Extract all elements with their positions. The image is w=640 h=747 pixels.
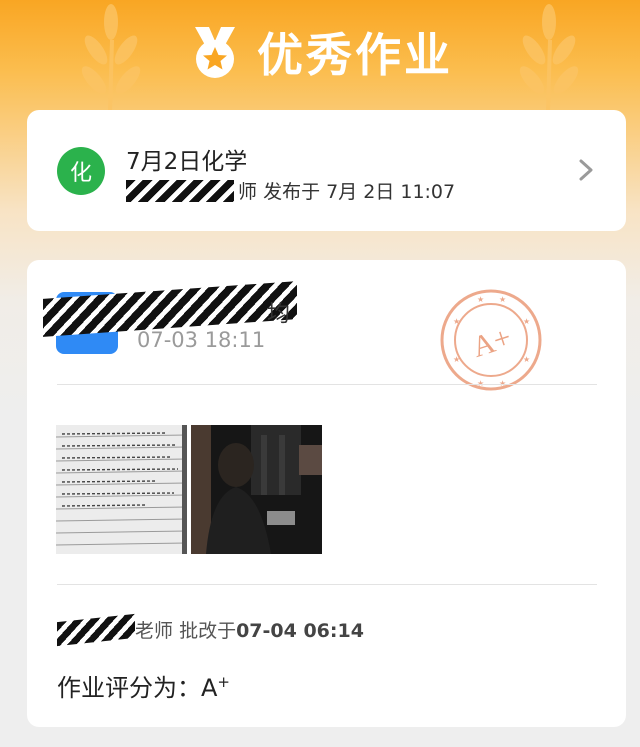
page-header: 优秀作业 — [0, 12, 640, 92]
redacted-teacher-name — [126, 180, 234, 202]
score-label: 作业评分为： — [57, 674, 201, 702]
svg-text:★: ★ — [499, 295, 506, 304]
assignment-card[interactable]: 化 7月2日化学 师 发布于 7月 2日 11:07 — [27, 110, 626, 231]
svg-text:★: ★ — [523, 355, 530, 364]
grade-stamp-icon: ★★ ★★ ★★ ★★ A+ — [440, 289, 542, 391]
score-letter: A — [201, 674, 218, 702]
graded-prefix: 批改于 — [179, 620, 237, 642]
submit-time: 07-03 18:11 — [137, 328, 266, 352]
assignment-title: 7月2日化学 — [126, 149, 248, 175]
redacted-grader-name — [57, 613, 135, 647]
subject-badge: 化 — [57, 147, 105, 195]
svg-text:★: ★ — [523, 317, 530, 326]
score-line: 作业评分为：A+ — [57, 668, 230, 703]
stamp-text: A+ — [468, 321, 515, 364]
svg-text:★: ★ — [477, 295, 484, 304]
graded-time: 07-04 06:14 — [236, 620, 364, 642]
homework-photo-2[interactable] — [191, 425, 322, 554]
svg-text:★: ★ — [453, 317, 460, 326]
publisher-suffix: 师 — [238, 181, 258, 203]
page-title: 优秀作业 — [257, 28, 453, 82]
divider — [57, 584, 597, 585]
publish-info: 师 发布于 7月 2日 11:07 — [126, 177, 455, 204]
dark-photo-image — [191, 425, 322, 554]
grader-suffix: 老师 — [135, 620, 174, 642]
student-name-suffix: 均 — [267, 301, 290, 327]
handwriting-page-image — [56, 425, 187, 554]
homework-photo-1[interactable] — [56, 425, 187, 554]
medal-star-icon — [195, 27, 235, 78]
divider — [57, 384, 597, 385]
publish-time: 发布于 7月 2日 11:07 — [263, 181, 456, 203]
chevron-right-icon[interactable] — [574, 157, 598, 183]
grading-info: 老师 批改于07-04 06:14 — [57, 613, 364, 647]
score-plus: + — [217, 673, 230, 691]
svg-text:★: ★ — [453, 355, 460, 364]
submission-card: 均 07-03 18:11 ★★ ★★ ★★ ★★ A+ — [27, 260, 626, 727]
